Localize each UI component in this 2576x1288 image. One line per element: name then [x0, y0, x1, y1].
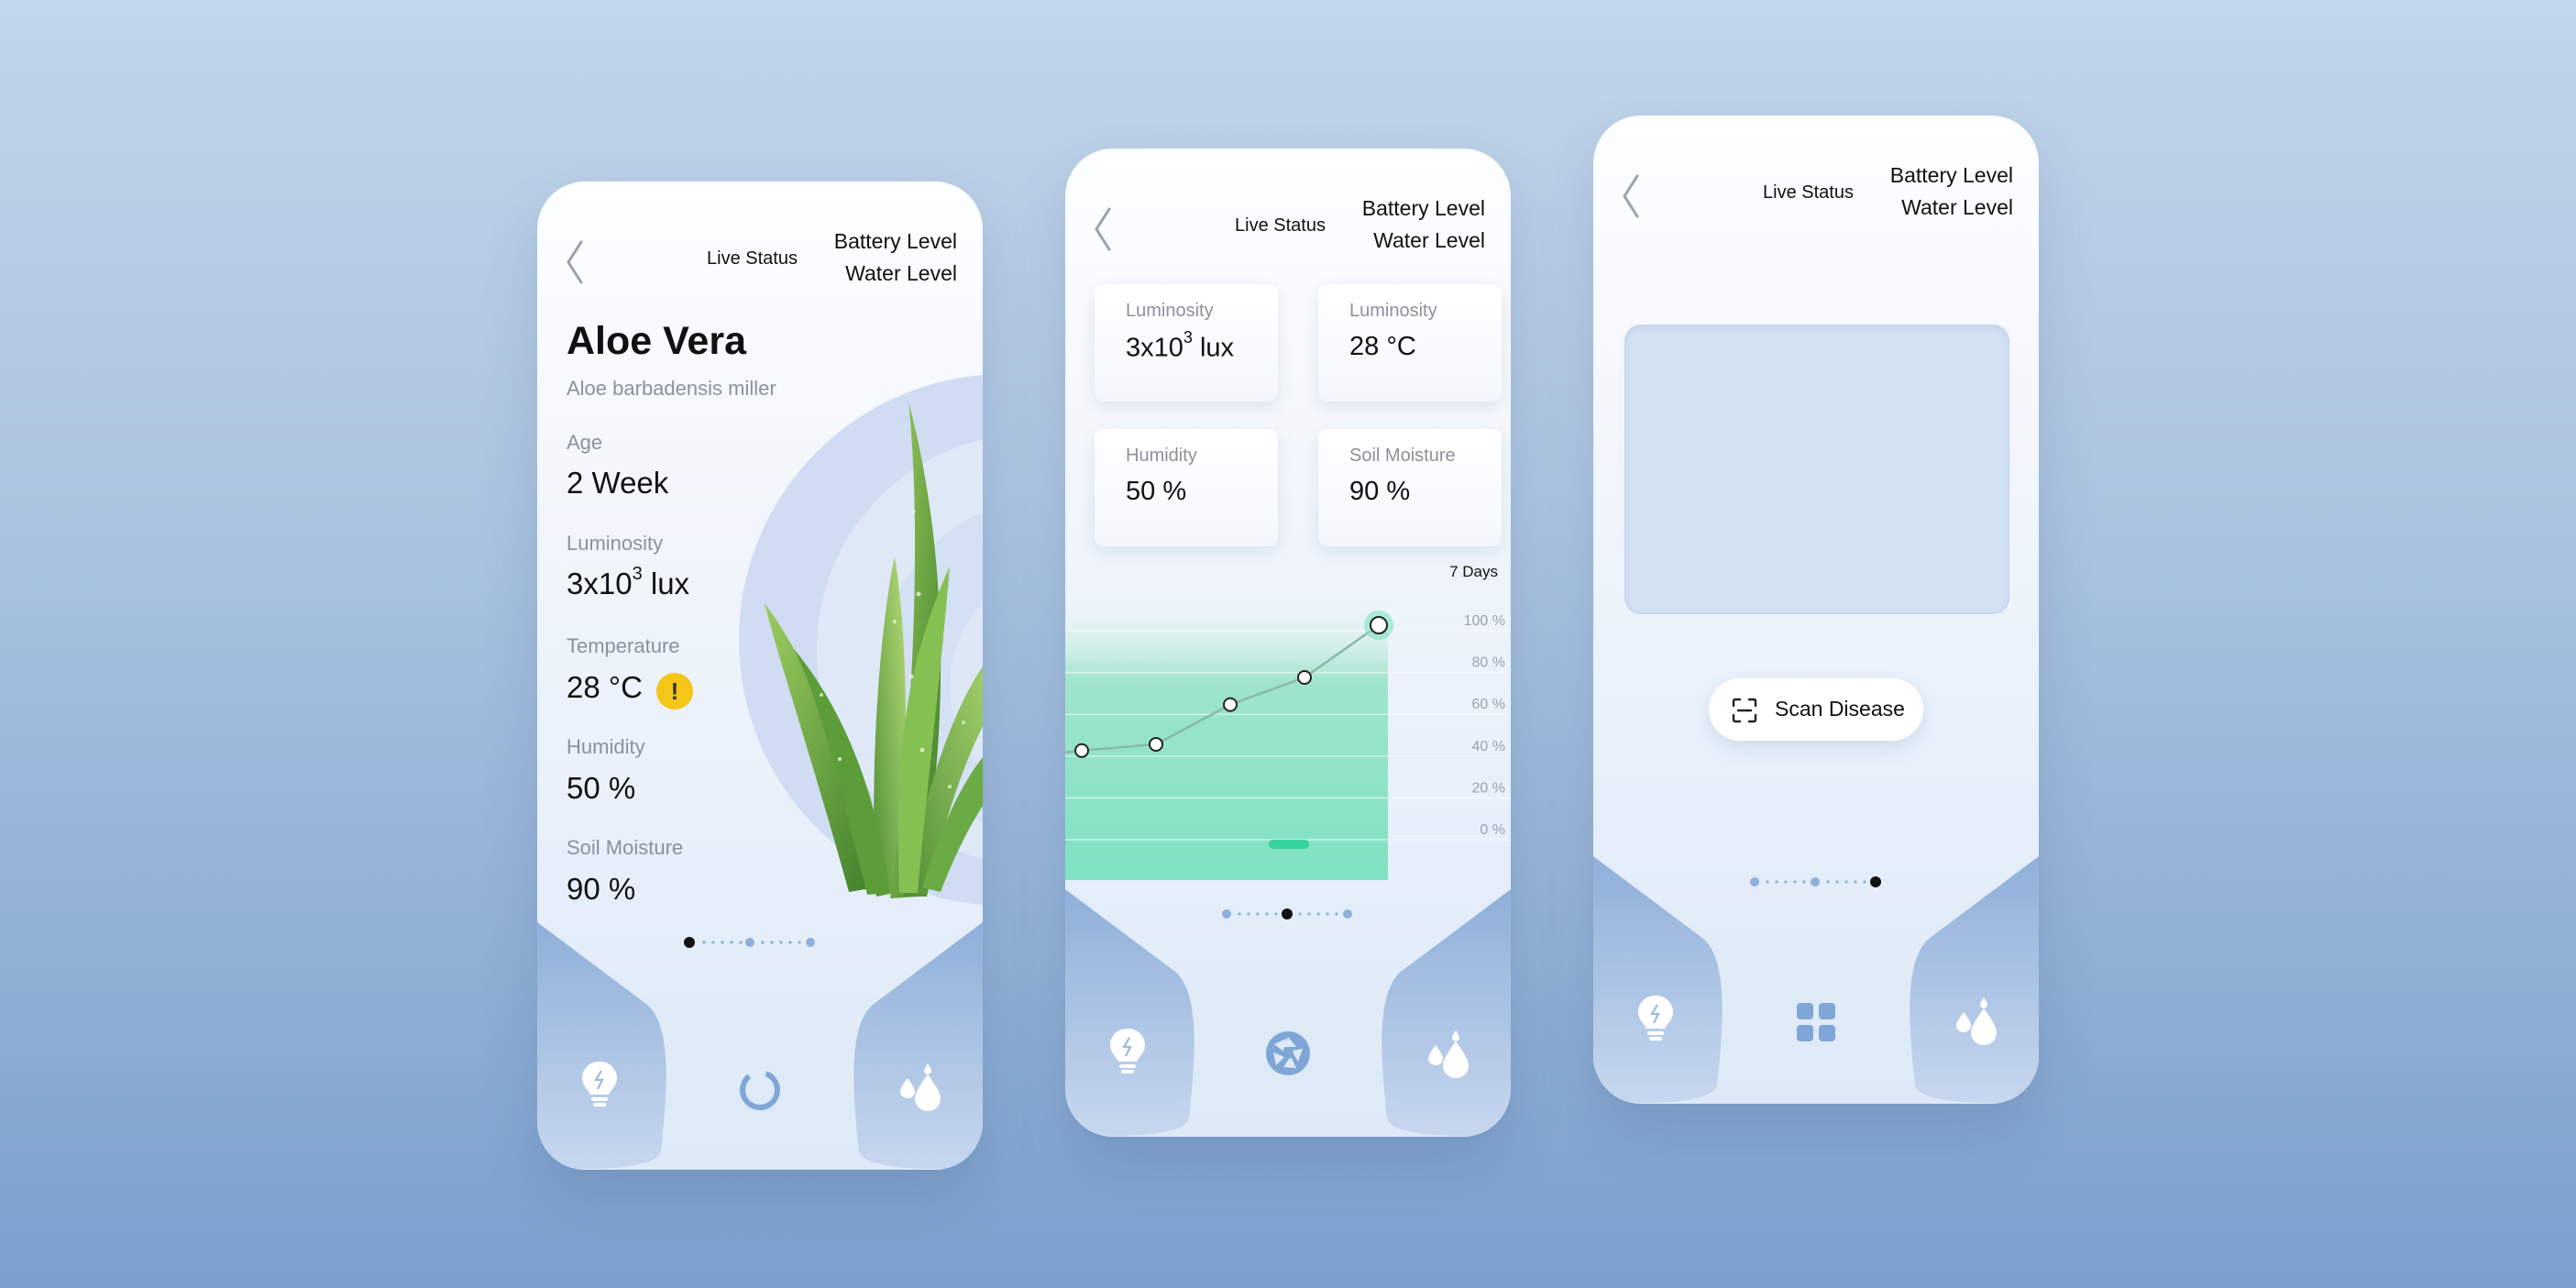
bottom-tab-bar [537, 922, 983, 1170]
battery-level-label: Battery Level [1361, 196, 1485, 220]
plant-name: Aloe Vera [567, 319, 746, 363]
card-value: 50 % [1126, 477, 1187, 506]
y-tick-label: 80 % [1472, 655, 1505, 671]
plant-details-screen: Live Status Battery Level Water Level Al… [537, 182, 983, 1170]
age-label: Age [567, 431, 603, 454]
luminosity-label: Luminosity [567, 532, 664, 555]
card-label: Soil Moisture [1349, 446, 1456, 466]
trend-chart: 100 % 80 % 60 % 40 % 20 % 0 % [1065, 598, 1511, 880]
bottom-tab-bar [1593, 856, 2039, 1104]
humidity-label: Humidity [567, 735, 645, 758]
scan-frame-icon [1732, 698, 1757, 723]
lightbulb-icon[interactable] [579, 1060, 620, 1111]
scan-disease-button[interactable]: Scan Disease [1709, 678, 1923, 741]
battery-level-label: Battery Level [833, 229, 957, 253]
y-tick-label: 60 % [1472, 697, 1505, 712]
back-chevron-icon[interactable] [561, 235, 589, 290]
luminosity-unit: lux [642, 567, 690, 600]
card-value: 3x103 lux [1126, 328, 1235, 364]
lightbulb-icon[interactable] [1635, 994, 1676, 1045]
y-tick-label: 100 % [1464, 613, 1505, 629]
aloe-plant-illustration [739, 375, 983, 905]
water-drops-icon[interactable] [1425, 1029, 1472, 1080]
camera-preview-area[interactable] [1624, 325, 2009, 614]
luminosity-value: 3x103 lux [567, 564, 690, 601]
chart-area-fill [1065, 598, 1388, 880]
chart-data-point[interactable] [1074, 743, 1089, 758]
back-chevron-icon[interactable] [1089, 202, 1117, 257]
live-status-label[interactable]: Live Status [707, 248, 798, 270]
luminosity-card[interactable]: Luminosity 3x103 lux [1095, 284, 1278, 402]
soil-moisture-label: Soil Moisture [567, 836, 684, 859]
live-status-screen: Live Status Battery Level Water Level Lu… [1065, 149, 1511, 1137]
grid-icon[interactable] [1795, 1001, 1837, 1043]
water-drops-icon[interactable] [897, 1062, 944, 1113]
temperature-label: Temperature [567, 634, 680, 657]
water-level-label: Water Level [1373, 228, 1485, 252]
soil-moisture-value: 90 % [567, 872, 636, 906]
aperture-icon[interactable] [1263, 1029, 1313, 1078]
temperature-warning-icon[interactable]: ! [656, 673, 693, 710]
card-label: Luminosity [1349, 301, 1437, 321]
humidity-card[interactable]: Humidity 50 % [1095, 429, 1278, 546]
live-status-label[interactable]: Live Status [1763, 182, 1854, 204]
chart-range-label[interactable]: 7 Days [1449, 563, 1498, 581]
water-drops-icon[interactable] [1953, 996, 2000, 1047]
luminosity-exponent: 3 [632, 564, 643, 584]
scan-disease-screen: Live Status Battery Level Water Level Sc… [1593, 116, 2039, 1104]
card-value-unit: lux [1192, 333, 1235, 363]
temperature-card[interactable]: Luminosity 28 °C [1318, 284, 1502, 402]
card-value: 28 °C [1349, 332, 1416, 361]
humidity-value: 50 % [567, 771, 636, 805]
water-level-label: Water Level [845, 261, 957, 285]
scan-disease-label: Scan Disease [1775, 697, 1905, 721]
live-status-label[interactable]: Live Status [1235, 215, 1326, 237]
card-value: 90 % [1349, 477, 1411, 506]
y-tick-label: 0 % [1480, 822, 1505, 838]
bottom-tab-bar [1065, 889, 1511, 1137]
y-tick-label: 40 % [1472, 739, 1505, 754]
card-value-base: 3x10 [1126, 333, 1183, 363]
battery-level-label: Battery Level [1889, 163, 2013, 187]
card-label: Humidity [1126, 446, 1197, 466]
card-label: Luminosity [1126, 301, 1214, 321]
loading-ring-icon[interactable] [737, 1067, 783, 1113]
chart-data-point[interactable] [1149, 736, 1163, 752]
chart-data-point[interactable] [1223, 697, 1238, 712]
chart-data-point[interactable] [1370, 616, 1388, 634]
age-value: 2 Week [567, 466, 669, 500]
y-tick-label: 20 % [1472, 780, 1505, 796]
water-level-label: Water Level [1901, 195, 2013, 219]
lightbulb-icon[interactable] [1107, 1027, 1148, 1078]
temperature-value: 28 °C [567, 670, 643, 704]
card-value-exponent: 3 [1183, 328, 1193, 347]
chart-data-point[interactable] [1297, 670, 1312, 685]
chart-scrub-handle[interactable] [1269, 840, 1309, 849]
soil-moisture-card[interactable]: Soil Moisture 90 % [1318, 429, 1502, 546]
luminosity-base: 3x10 [567, 567, 633, 600]
back-chevron-icon[interactable] [1617, 169, 1645, 224]
